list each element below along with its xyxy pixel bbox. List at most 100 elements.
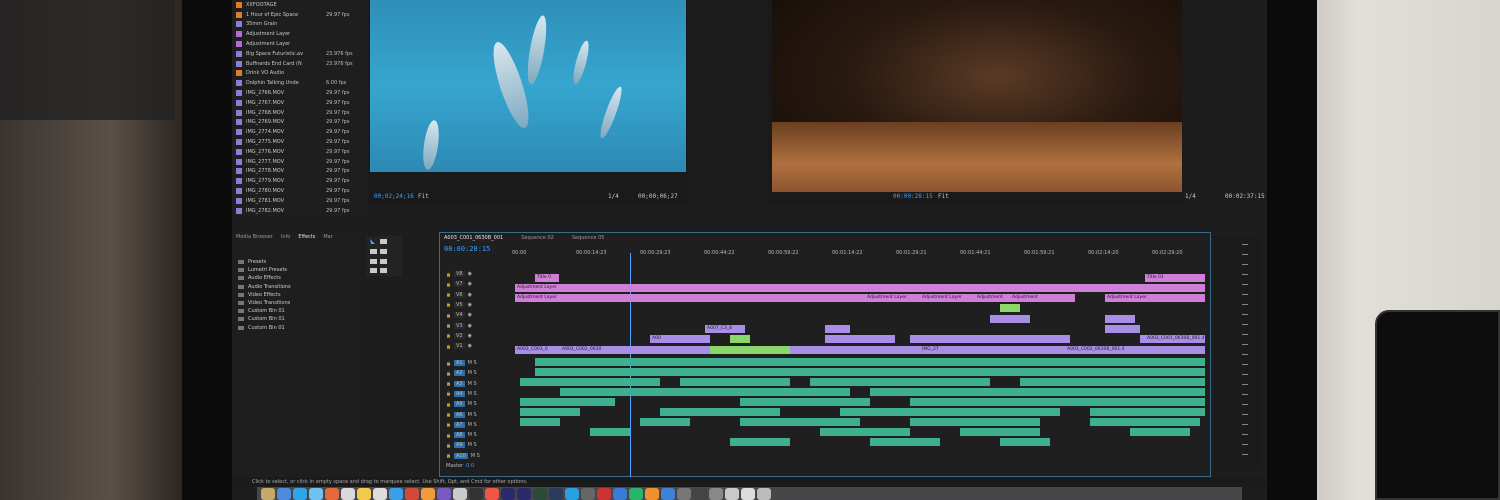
source-monitor[interactable]: 00;02;24;16 Fit 1/4 00;00;06;27 [368, 0, 688, 205]
track-header[interactable]: 🔒 V5 ◉ [440, 300, 512, 310]
track-name[interactable]: V2 [453, 332, 465, 339]
project-item[interactable]: IMG_2777.MOV 29.97 fps [232, 157, 364, 167]
project-item[interactable]: IMG_2768.MOV 29.97 fps [232, 108, 364, 118]
project-item[interactable]: IMG_2775.MOV 29.97 fps [232, 137, 364, 147]
lock-icon[interactable]: 🔒 [446, 282, 451, 287]
timeline-clip[interactable] [535, 358, 1205, 366]
track-name[interactable]: A4 [453, 390, 465, 397]
lock-icon[interactable]: 🔒 [446, 302, 451, 307]
timeline-clip[interactable] [910, 418, 1040, 426]
timeline-clip[interactable] [825, 325, 850, 333]
dock-app-icon[interactable] [277, 487, 291, 500]
timeline-clip[interactable] [910, 398, 1205, 406]
master-track[interactable]: Master 0.0 [440, 461, 512, 471]
timeline-clip[interactable]: Title 01 [1145, 274, 1205, 282]
track-header[interactable]: 🔒 A10 M S [440, 451, 512, 461]
project-item[interactable]: Drink VO Audio [232, 69, 364, 79]
program-scale-label[interactable]: 1/4 [1185, 193, 1196, 200]
effects-folder[interactable]: Custom Bin 01 [232, 315, 362, 323]
source-scale-select[interactable]: 1/4 [608, 193, 619, 200]
dock-app-icon[interactable] [565, 487, 579, 500]
project-item[interactable]: XXFOOTAGE [232, 0, 364, 10]
dock-app-icon[interactable] [341, 487, 355, 500]
project-item[interactable]: 1 Hour of Epic Space 29.97 fps [232, 10, 364, 20]
tools-icons[interactable] [366, 236, 402, 276]
dock-app-icon[interactable] [485, 487, 499, 500]
project-item[interactable]: IMG_2766.MOV 29.97 fps [232, 88, 364, 98]
track-name[interactable]: V5 [453, 301, 465, 308]
timeline-clip[interactable] [840, 408, 1060, 416]
dock-app-icon[interactable] [629, 487, 643, 500]
timeline-timecode[interactable]: 00:00:28:15 [444, 245, 490, 253]
eye-icon[interactable]: ◉ [468, 312, 472, 318]
timeline-clip[interactable] [1090, 418, 1200, 426]
timeline-clip[interactable]: Adjustment Layer [1105, 294, 1205, 302]
dock-app-icon[interactable] [261, 487, 275, 500]
lock-icon[interactable]: 🔒 [446, 412, 451, 417]
timeline-clip[interactable]: A003_C002_0630 [560, 346, 610, 354]
project-item[interactable]: IMG_2767.MOV 29.97 fps [232, 98, 364, 108]
timeline-clip[interactable]: Adjustment [1010, 294, 1075, 302]
effects-folder[interactable]: Lumetri Presets [232, 266, 362, 274]
project-item[interactable]: 35mm Grain [232, 20, 364, 30]
dock-app-icon[interactable] [757, 487, 771, 500]
mute-solo-icon[interactable]: M S [468, 422, 477, 428]
lock-icon[interactable]: 🔒 [446, 333, 451, 338]
mute-solo-icon[interactable]: M S [468, 432, 477, 438]
effects-folder[interactable]: Video Effects [232, 291, 362, 299]
dock-app-icon[interactable] [453, 487, 467, 500]
timeline-clip[interactable] [790, 346, 920, 354]
sequence-tab[interactable]: Sequence 02 [521, 235, 554, 241]
timeline-clip[interactable]: Adjustment [975, 294, 1010, 302]
timeline-clip[interactable] [960, 428, 1040, 436]
timeline-panel[interactable]: A003_C001_0630B_001 Sequence 02 Sequence 0… [439, 232, 1211, 478]
timeline-clip[interactable] [820, 428, 910, 436]
track-header[interactable]: 🔒 A1 M S [440, 358, 512, 368]
timeline-clip[interactable] [640, 418, 690, 426]
effects-folder[interactable]: Video Transitions [232, 299, 362, 307]
track-name[interactable]: V3 [453, 322, 465, 329]
timeline-clip[interactable] [1105, 315, 1135, 323]
source-fit-select[interactable]: Fit [418, 193, 429, 200]
eye-icon[interactable]: ◉ [468, 343, 472, 349]
mute-solo-icon[interactable]: M S [468, 370, 477, 376]
mute-solo-icon[interactable]: M S [468, 442, 477, 448]
program-timecode[interactable]: 00:00:28:15 [893, 193, 933, 200]
track-header[interactable]: 🔒 A3 M S [440, 379, 512, 389]
lock-icon[interactable]: 🔒 [446, 443, 451, 448]
lock-icon[interactable]: 🔒 [446, 433, 451, 438]
dock-app-icon[interactable] [725, 487, 739, 500]
effects-tab[interactable]: Media Browser [236, 234, 273, 240]
eye-icon[interactable]: ◉ [468, 281, 472, 287]
dock-app-icon[interactable] [421, 487, 435, 500]
track-header[interactable]: 🔒 V4 ◉ [440, 310, 512, 320]
mute-solo-icon[interactable]: M S [468, 360, 477, 366]
timeline-clip[interactable] [810, 378, 990, 386]
lock-icon[interactable]: 🔒 [446, 391, 451, 396]
track-name[interactable]: V7 [453, 281, 465, 288]
track-header[interactable]: 🔒 A2 M S [440, 368, 512, 378]
dock-app-icon[interactable] [549, 487, 563, 500]
track-name[interactable]: V1 [453, 343, 465, 350]
timeline-clip[interactable]: Adjustment Layer [865, 294, 920, 302]
timeline-clip[interactable] [870, 388, 1205, 396]
dock-app-icon[interactable] [293, 487, 307, 500]
timeline-clip[interactable]: Adjustment Layer [515, 294, 865, 302]
lock-icon[interactable]: 🔒 [446, 292, 451, 297]
track-header[interactable]: 🔒 V3 ◉ [440, 321, 512, 331]
project-item[interactable]: IMG_2774.MOV 29.97 fps [232, 127, 364, 137]
dock-app-icon[interactable] [597, 487, 611, 500]
project-item[interactable]: Dolphin Talking Unde 6.00 fps [232, 78, 364, 88]
timeline-clip[interactable] [680, 378, 790, 386]
timeline-clip[interactable]: Adjustment Layer [920, 294, 975, 302]
dock-app-icon[interactable] [709, 487, 723, 500]
timeline-clip[interactable] [520, 418, 560, 426]
project-item[interactable]: IMG_2780.MOV 29.97 fps [232, 186, 364, 196]
timeline-clip[interactable] [740, 398, 870, 406]
track-name[interactable]: A2 [453, 370, 465, 377]
timeline-clip[interactable]: A003_C003_0 [515, 346, 560, 354]
lock-icon[interactable]: 🔒 [446, 422, 451, 427]
timeline-clip[interactable] [710, 346, 790, 354]
project-item[interactable]: IMG_2781.MOV 29.97 fps [232, 196, 364, 206]
mute-solo-icon[interactable]: M S [468, 391, 477, 397]
